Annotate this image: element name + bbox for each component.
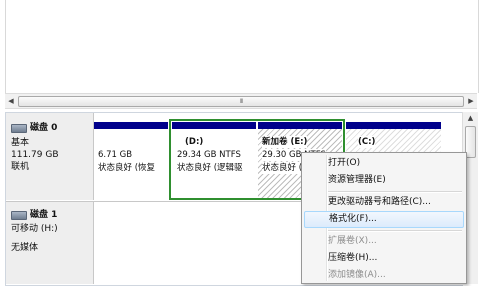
disk0-status: 联机: [11, 162, 30, 172]
menu-separator: [328, 230, 462, 232]
scroll-left-arrow-icon[interactable]: ◀: [5, 94, 17, 108]
menu-item-extend-volume[interactable]: 扩展卷(X)...: [304, 233, 464, 250]
disk1-status: 无媒体: [11, 243, 39, 253]
partition-size: 6.71 GB: [98, 150, 133, 160]
volume-list-panel: [5, 0, 479, 93]
disk0-size: 111.79 GB: [11, 150, 59, 160]
partition-title: 新加卷 (E:): [262, 136, 308, 148]
disk0-name: 磁盘 0: [30, 123, 58, 133]
partition-d[interactable]: (D:) 29.34 GB NTFS 状态良好 (逻辑驱: [172, 122, 256, 198]
partition-status: 状态良好 (恢复: [98, 163, 156, 173]
partition-bar: [346, 122, 441, 129]
partition-bar: [172, 122, 256, 129]
partition-title: (C:): [358, 136, 376, 148]
disk1-name: 磁盘 1: [30, 210, 58, 220]
partition-size: 29.34 GB NTFS: [177, 150, 241, 160]
horizontal-scrollbar[interactable]: ◀ III ▶: [5, 93, 477, 109]
horizontal-scroll-thumb[interactable]: III: [18, 96, 464, 107]
menu-item-add-mirror[interactable]: 添加镜像(A)...: [304, 267, 464, 284]
scroll-grip: III: [239, 98, 243, 105]
partition-recovery[interactable]: 6.71 GB 状态良好 (恢复: [94, 122, 168, 200]
menu-item-explorer[interactable]: 资源管理器(E): [304, 172, 464, 189]
disk0-info[interactable]: 磁盘 0 基本 111.79 GB 联机: [6, 113, 94, 200]
partition-status: 状态良好 (逻辑驱: [177, 163, 243, 173]
removable-disk-icon: [11, 211, 27, 220]
menu-item-open[interactable]: 打开(O): [304, 155, 464, 172]
context-menu: 打开(O) 资源管理器(E) 更改驱动器号和路径(C)... 格式化(F)...…: [301, 152, 467, 284]
menu-item-shrink-volume[interactable]: 压缩卷(H)...: [304, 250, 464, 267]
disk0-type: 基本: [11, 138, 30, 148]
disk1-info[interactable]: 磁盘 1 可移动 (H:) 无媒体: [6, 202, 94, 284]
menu-separator: [328, 191, 462, 193]
partition-bar: [94, 122, 168, 129]
scroll-right-arrow-icon[interactable]: ▶: [465, 94, 477, 108]
partition-title: (D:): [185, 137, 204, 147]
disk1-type: 可移动 (H:): [11, 224, 58, 234]
partition-bar: [258, 122, 342, 129]
menu-item-format[interactable]: 格式化(F)...: [304, 211, 464, 228]
hard-disk-icon: [11, 124, 27, 133]
menu-item-change-drive-letter[interactable]: 更改驱动器号和路径(C)...: [304, 194, 464, 211]
scroll-up-arrow-icon[interactable]: ▲: [463, 114, 478, 122]
